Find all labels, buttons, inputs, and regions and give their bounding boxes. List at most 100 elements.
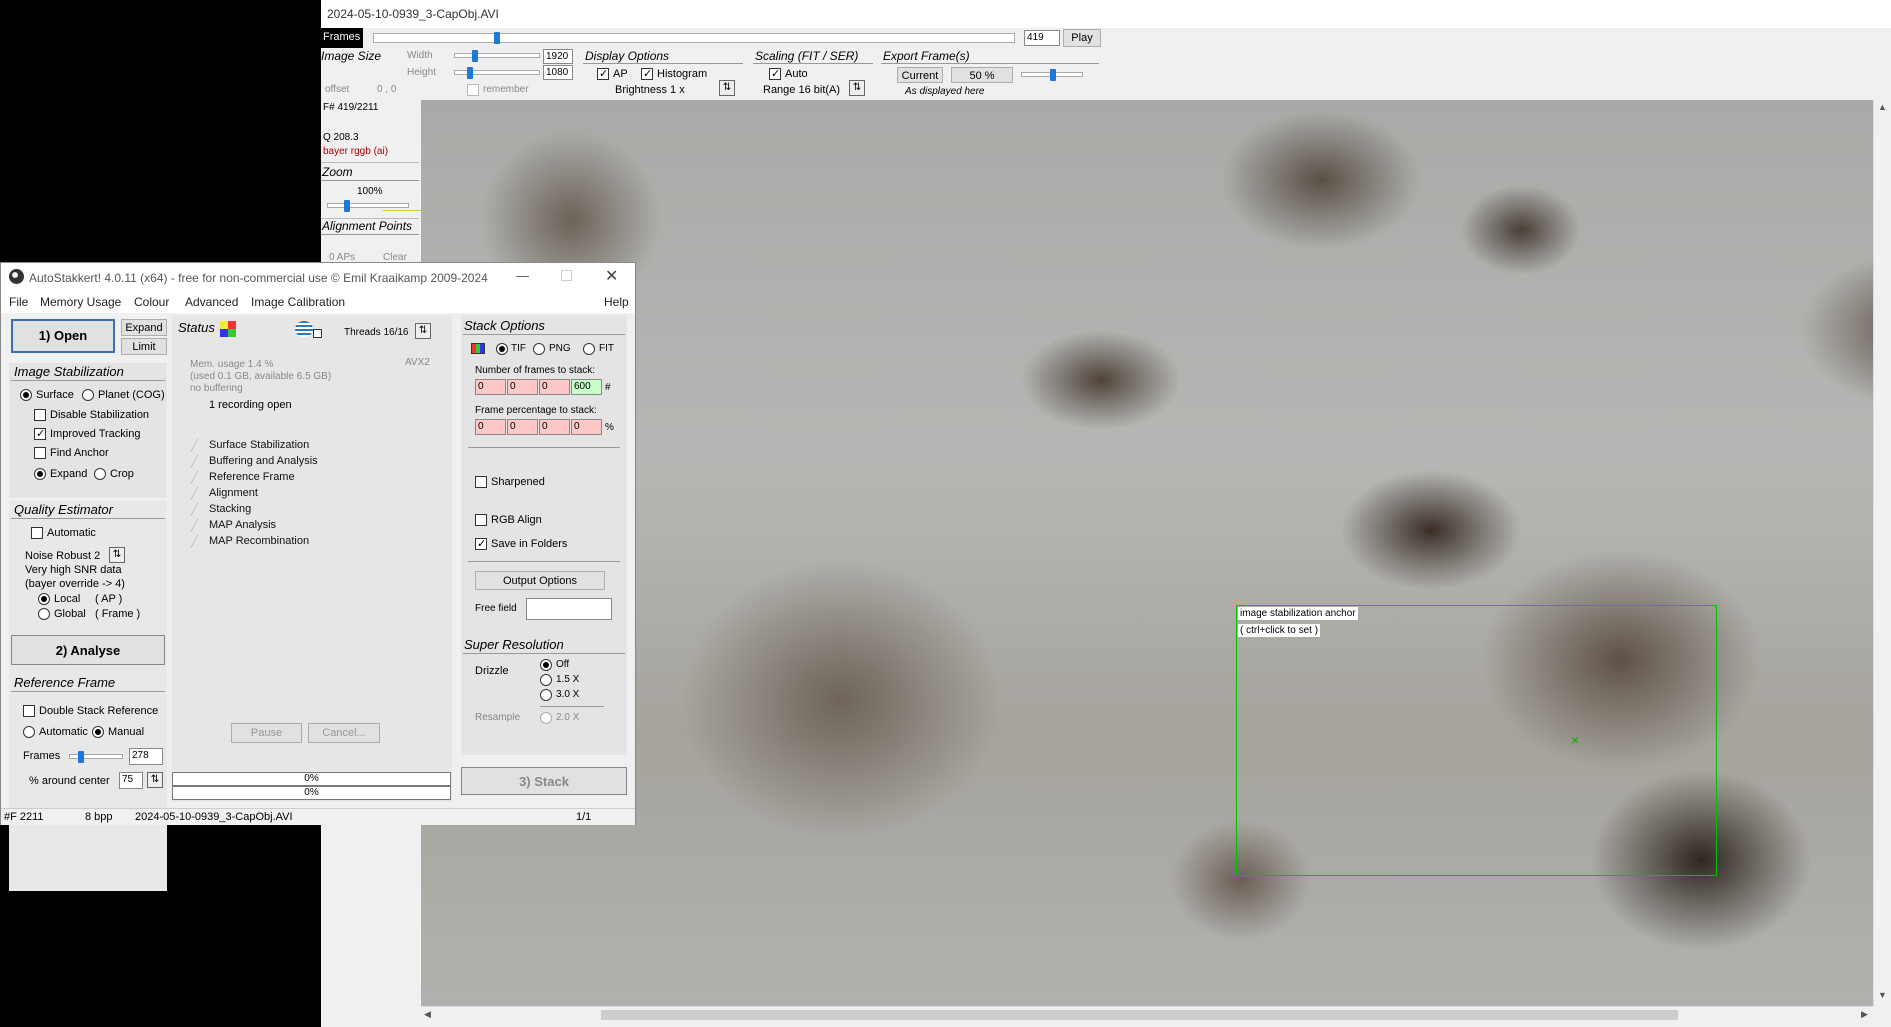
threads-spinner[interactable]: ⇅	[415, 323, 431, 339]
around-center-spinner[interactable]: ⇅	[147, 772, 163, 788]
tif-radio[interactable]	[496, 343, 508, 355]
minimize-icon[interactable]: —	[516, 268, 529, 283]
scroll-left-icon[interactable]: ◀	[424, 1009, 431, 1020]
play-button[interactable]: Play	[1063, 29, 1101, 47]
global-radio[interactable]	[38, 608, 50, 620]
ap-checkbox[interactable]	[597, 67, 609, 80]
close-icon[interactable]: ✕	[605, 266, 618, 286]
width-field[interactable]: 1920	[543, 49, 573, 64]
export-current-button[interactable]: Current	[897, 67, 943, 83]
expand-button[interactable]: Expand	[121, 319, 167, 336]
frame-index-label: F# 419/2211	[323, 102, 379, 113]
step-stacking: Stacking	[191, 503, 251, 516]
horizontal-scrollbar[interactable]: ◀ ▶	[421, 1006, 1873, 1023]
export-percent-button[interactable]: 50 %	[951, 67, 1013, 83]
auto-scaling-checkbox[interactable]	[769, 67, 781, 80]
quality-rule	[11, 518, 165, 519]
analyse-button[interactable]: 2) Analyse	[11, 635, 165, 665]
find-anchor-checkbox[interactable]	[34, 447, 46, 459]
reference-frames-slider[interactable]	[69, 751, 123, 763]
export-scale-slider[interactable]	[1021, 69, 1083, 81]
brightness-spinner[interactable]: ⇅	[719, 80, 735, 96]
horizontal-scroll-thumb[interactable]	[601, 1010, 1678, 1020]
resample-20-radio[interactable]	[540, 712, 552, 724]
pct-stack-field-3[interactable]: 0	[539, 419, 570, 435]
scroll-up-icon[interactable]: ▲	[1878, 102, 1887, 112]
open-button[interactable]: 1) Open	[11, 319, 115, 353]
pct-stack-field-2[interactable]: 0	[507, 419, 538, 435]
double-stack-checkbox[interactable]	[23, 705, 35, 717]
crop-radio[interactable]	[94, 468, 106, 480]
stack-button[interactable]: 3) Stack	[461, 767, 627, 795]
frames-stack-field-3[interactable]: 0	[539, 379, 570, 395]
export-scale-thumb[interactable]	[1050, 69, 1056, 81]
menu-file[interactable]: File	[9, 295, 28, 309]
maximize-icon[interactable]	[561, 270, 572, 281]
vertical-scrollbar[interactable]: ▲ ▼	[1873, 100, 1891, 1006]
pct-stack-field-1[interactable]: 0	[475, 419, 506, 435]
anchor-hint: ( ctrl+click to set )	[1238, 624, 1321, 637]
rgb-align-checkbox[interactable]	[475, 514, 487, 526]
planet-radio[interactable]	[82, 389, 94, 401]
improved-tracking-checkbox[interactable]	[34, 427, 46, 440]
menu-image-calibration[interactable]: Image Calibration	[251, 295, 345, 309]
disable-stabilization-checkbox[interactable]	[34, 409, 46, 421]
stack-divider-1	[468, 447, 620, 448]
resample-20-label: 2.0 X	[556, 712, 580, 723]
frames-stack-field-2[interactable]: 0	[507, 379, 538, 395]
output-options-button[interactable]: Output Options	[475, 571, 605, 590]
height-field[interactable]: 1080	[543, 65, 573, 80]
drizzle-15-radio[interactable]	[540, 674, 552, 686]
ap-label: AP	[613, 68, 628, 80]
menu-memory-usage[interactable]: Memory Usage	[40, 295, 121, 309]
expand-radio[interactable]	[34, 468, 46, 480]
solar-image[interactable]: image stabilization anchor ( ctrl+click …	[421, 100, 1873, 1006]
height-slider-thumb[interactable]	[467, 67, 473, 79]
range-spinner[interactable]: ⇅	[849, 80, 865, 96]
pct-stack-field-4[interactable]: 0	[571, 419, 602, 435]
free-field-input[interactable]	[526, 598, 612, 620]
local-radio[interactable]	[38, 593, 50, 605]
width-slider[interactable]	[454, 50, 540, 62]
limit-button[interactable]: Limit	[121, 338, 167, 355]
save-folders-checkbox[interactable]	[475, 537, 487, 550]
noise-robust-spinner[interactable]: ⇅	[109, 547, 125, 563]
frame-number-field[interactable]: 419	[1024, 30, 1060, 46]
around-center-field[interactable]: 75	[119, 772, 143, 789]
histogram-checkbox[interactable]	[641, 67, 653, 80]
height-slider[interactable]	[454, 67, 540, 79]
pause-button[interactable]: Pause	[231, 723, 302, 743]
menu-colour[interactable]: Colour	[134, 295, 169, 309]
reference-frames-field[interactable]: 278	[129, 748, 163, 765]
rgb-format-icon	[471, 343, 485, 354]
surface-radio[interactable]	[20, 389, 32, 401]
frame-slider[interactable]	[373, 32, 1015, 44]
drizzle-30-radio[interactable]	[540, 689, 552, 701]
reference-manual-radio[interactable]	[92, 726, 104, 738]
step-buffering: Buffering and Analysis	[191, 455, 318, 468]
quality-automatic-checkbox[interactable]	[31, 527, 43, 539]
menu-help[interactable]: Help	[604, 295, 629, 309]
frames-stack-field-1[interactable]: 0	[475, 379, 506, 395]
width-slider-thumb[interactable]	[472, 50, 478, 62]
stabilization-anchor-box[interactable]: image stabilization anchor ( ctrl+click …	[1236, 605, 1717, 876]
reference-frames-label: Frames	[23, 750, 61, 762]
frames-stack-field-4[interactable]: 600	[571, 379, 602, 395]
cancel-button[interactable]: Cancel...	[308, 723, 380, 743]
frame-slider-thumb[interactable]	[494, 32, 500, 44]
reference-frames-thumb[interactable]	[78, 751, 84, 763]
sharpened-label: Sharpened	[491, 476, 545, 488]
scroll-right-icon[interactable]: ▶	[1861, 1009, 1868, 1020]
scroll-down-icon[interactable]: ▼	[1878, 990, 1887, 1000]
drizzle-off-radio[interactable]	[540, 659, 552, 671]
sharpened-checkbox[interactable]	[475, 476, 487, 488]
zoom-slider[interactable]	[327, 200, 409, 212]
reference-automatic-radio[interactable]	[23, 726, 35, 738]
drizzle-15-label: 1.5 X	[556, 674, 580, 685]
menu-advanced[interactable]: Advanced	[185, 295, 238, 309]
fit-radio[interactable]	[583, 343, 595, 355]
remember-checkbox[interactable]	[467, 84, 479, 96]
zoom-slider-thumb[interactable]	[344, 200, 350, 212]
png-radio[interactable]	[533, 343, 545, 355]
reference-head: Reference Frame	[14, 675, 116, 690]
